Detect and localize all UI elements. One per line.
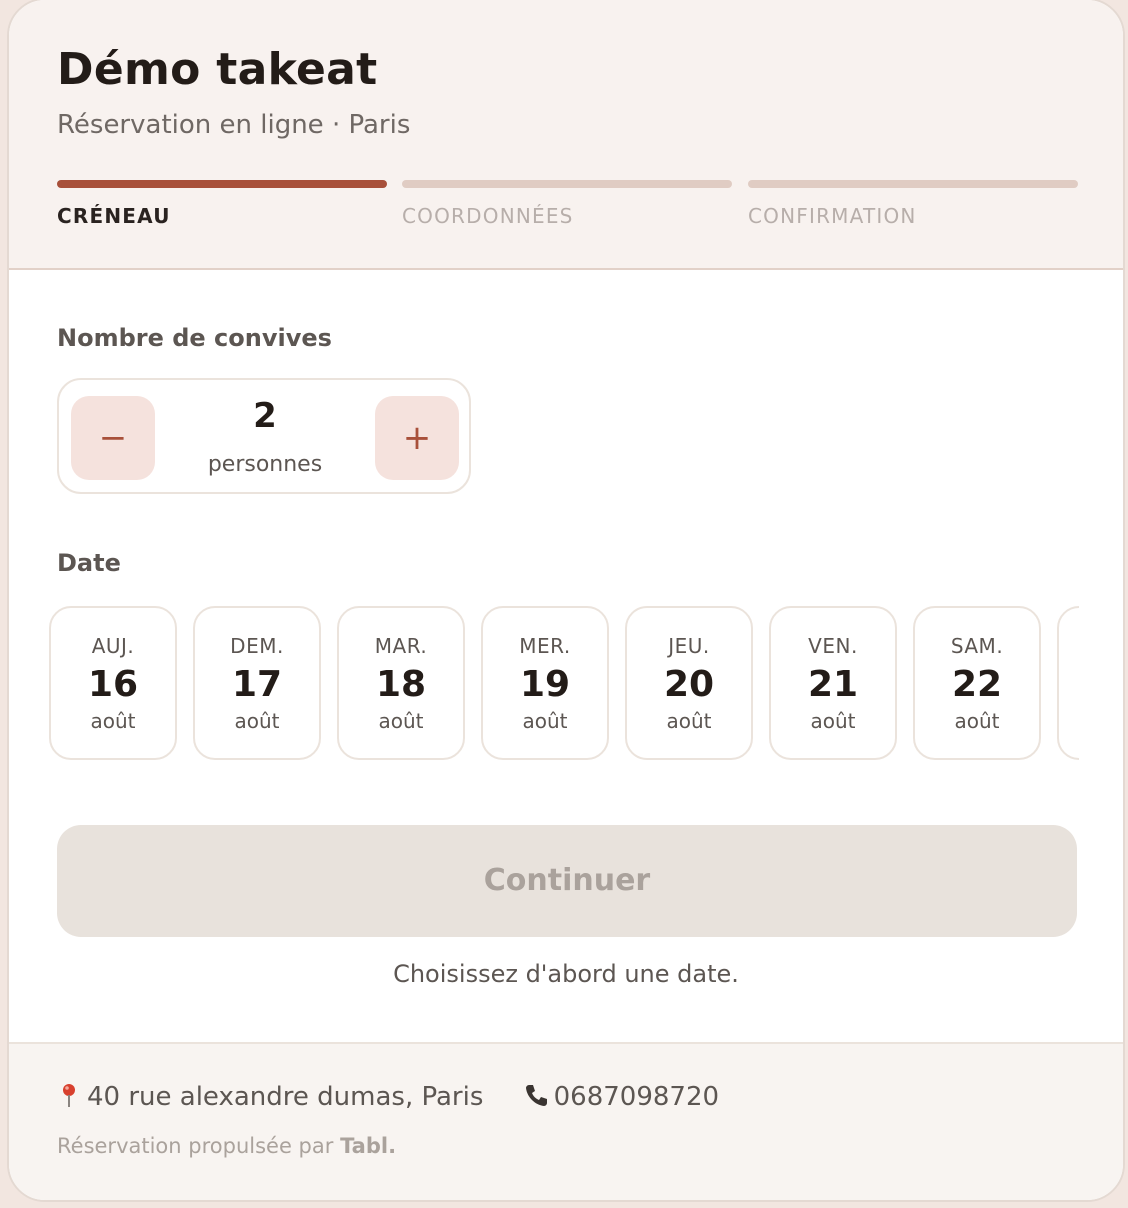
date-hint: Choisissez d'abord une date. (393, 960, 739, 988)
restaurant-subtitle: Réservation en ligne · Paris (57, 110, 411, 140)
date-day: 21 (807, 664, 859, 705)
guests-stepper: − 2 personnes + (57, 378, 471, 494)
pin-icon (63, 1084, 75, 1107)
date-weekday: MER. (519, 634, 571, 658)
date-option[interactable]: SAM. 22 août (913, 606, 1041, 760)
address-text: 40 rue alexandre dumas, Paris (87, 1082, 484, 1112)
date-option[interactable]: AUJ. 16 août (49, 606, 177, 760)
powered-by: Réservation propulsée par Tabl. (57, 1134, 396, 1158)
date-day: 16 (87, 664, 139, 705)
step-label: CONFIRMATION (748, 204, 917, 228)
step-coordonnees: COORDONNÉES (402, 180, 732, 228)
date-month: août (234, 709, 280, 733)
date-day: 17 (231, 664, 283, 705)
date-weekday: SAM. (950, 634, 1004, 658)
date-month: août (666, 709, 712, 733)
date-weekday: MAR. (374, 634, 428, 658)
date-month: août (954, 709, 1000, 733)
date-month: août (90, 709, 136, 733)
phone-text: 0687098720 (553, 1082, 720, 1112)
date-weekday: JEU. (668, 634, 710, 658)
date-option[interactable]: MER. 19 août (481, 606, 609, 760)
date-month: août (522, 709, 568, 733)
progress-steps: CRÉNEAU COORDONNÉES CONFIRMATION (57, 180, 1078, 240)
date-weekday: VEN. (808, 634, 858, 658)
contact-info: 40 rue alexandre dumas, Paris 0687098720 (57, 1082, 751, 1112)
phone-icon (525, 1085, 547, 1106)
powered-prefix: Réservation propulsée par (57, 1134, 341, 1158)
date-day: 20 (663, 664, 715, 705)
date-option[interactable]: MAR. 18 août (337, 606, 465, 760)
date-weekday: AUJ. (91, 634, 135, 658)
guests-count: 2 (253, 396, 277, 436)
step-bar (57, 180, 387, 188)
phone-item[interactable]: 0687098720 (524, 1082, 719, 1112)
date-day: 22 (951, 664, 1003, 705)
date-weekday: DEM. (230, 634, 284, 658)
guests-label: Nombre de convives (57, 324, 332, 352)
step-creneau: CRÉNEAU (57, 180, 387, 228)
step-bar (402, 180, 732, 188)
step-label: CRÉNEAU (57, 204, 171, 228)
decrement-button[interactable]: − (71, 396, 155, 480)
date-carousel: AUJ. 16 août DEM. 17 août MAR. 18 août M… (49, 606, 1079, 762)
date-option-partial[interactable] (1057, 606, 1079, 760)
step-label: COORDONNÉES (402, 204, 574, 228)
date-option[interactable]: VEN. 21 août (769, 606, 897, 760)
date-option[interactable]: JEU. 20 août (625, 606, 753, 760)
address-item: 40 rue alexandre dumas, Paris (57, 1082, 483, 1112)
guests-unit: personnes (207, 452, 323, 477)
increment-button[interactable]: + (375, 396, 459, 480)
date-day: 18 (375, 664, 427, 705)
widget-footer: 40 rue alexandre dumas, Paris 0687098720… (9, 1042, 1123, 1200)
booking-widget: Démo takeat Réservation en ligne · Paris… (7, 0, 1125, 1202)
restaurant-title: Démo takeat (57, 44, 378, 95)
step-bar (748, 180, 1078, 188)
widget-header: Démo takeat Réservation en ligne · Paris… (9, 0, 1123, 270)
date-day: 19 (519, 664, 571, 705)
continue-button[interactable]: Continuer (57, 825, 1077, 937)
date-month: août (810, 709, 856, 733)
date-month: août (378, 709, 424, 733)
powered-brand[interactable]: Tabl. (340, 1134, 396, 1158)
date-label: Date (57, 549, 121, 577)
step-confirmation: CONFIRMATION (748, 180, 1078, 228)
date-option[interactable]: DEM. 17 août (193, 606, 321, 760)
